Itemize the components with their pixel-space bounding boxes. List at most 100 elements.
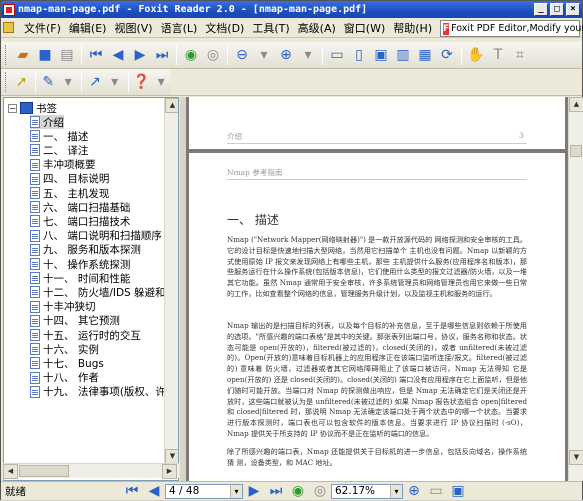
fit-width-icon[interactable]: ▯ [349,45,369,65]
scroll-left-arrow-icon[interactable]: ◀ [3,464,18,479]
ad-banner-button[interactable]: F Foxit PDF Editor,Modify your PDF! [440,20,583,37]
bookmark-page-icon [30,229,40,242]
menu-language[interactable]: 语言(L) [157,20,202,36]
menu-help[interactable]: 帮助(H) [389,20,436,36]
collapse-icon[interactable]: − [8,103,17,113]
bookmark-item[interactable]: 八、 端口说明和扫描顺序 [30,229,162,243]
bookmark-page-icon [30,286,40,299]
title-bar[interactable]: nmap-man-page.pdf - Foxit Reader 2.0 - [… [1,1,582,18]
maximize-button[interactable]: □ [550,3,564,16]
print-icon[interactable]: ▤ [57,45,77,65]
select-pointer-icon[interactable]: ➚ [13,72,31,92]
menu-advanced[interactable]: 高级(A) [294,20,340,36]
toolbar-grip[interactable] [5,45,8,65]
go-forward-icon[interactable]: ◎ [203,45,223,65]
bookmark-item[interactable]: 十五、 运行时的交互 [30,328,141,342]
status-forward-icon[interactable]: ◎ [310,481,330,501]
bookmarks-vertical-scrollbar[interactable]: ▲ ▼ [164,98,178,464]
zoom-in-dropdown-icon[interactable]: ▾ [298,45,318,65]
status-bar: 就绪 ⏮ ◀ 4 / 48 ▾ ▶ ⏭ ◉ ◎ 62.17% ▾ ⊕ ▭ ▣ [1,481,582,500]
status-last-page-icon[interactable]: ⏭ [266,481,286,501]
zoom-level-dropdown-icon[interactable]: ▾ [390,484,402,498]
bookmark-item[interactable]: 二、 译注 [30,143,88,157]
go-back-icon[interactable]: ◉ [181,45,201,65]
doc-scroll-down-icon[interactable]: ▼ [569,450,583,465]
hand-tool-icon[interactable]: ✋ [466,45,486,65]
menu-tools[interactable]: 工具(T) [248,20,293,36]
bookmark-item[interactable]: 十七、 Bugs [30,356,104,370]
toolbar-grip-2[interactable] [5,72,8,92]
bookmark-item[interactable]: 十四、 其它预测 [30,314,120,328]
bookmarks-horizontal-scrollbar[interactable]: ◀ ▶ [3,463,179,479]
bookmark-item[interactable]: 十一、 时间和性能 [30,271,130,285]
minimize-button[interactable]: _ [534,3,548,16]
doc-scroll-thumb[interactable] [570,145,582,157]
menu-view[interactable]: 视图(V) [110,20,156,36]
bookmark-item[interactable]: 十六、 实例 [30,342,99,356]
status-text: 就绪 [5,485,26,498]
document-view: 介绍 3 Nmap 参考指南 一、 描述 Nmap ("Network Mapp… [186,97,568,481]
bookmark-item[interactable]: 一、 描述 [30,129,88,143]
comment-tool-icon[interactable]: ✎ [40,72,58,92]
status-back-icon[interactable]: ◉ [288,481,308,501]
previous-page-icon[interactable]: ◀ [108,45,128,65]
menu-edit[interactable]: 编辑(E) [65,20,111,36]
bookmark-item[interactable]: 九、 服务和版本探测 [30,243,141,257]
bookmark-item-label: 十一、 时间和性能 [43,272,131,285]
continuous-icon[interactable]: ▥ [393,45,413,65]
scroll-thumb[interactable] [19,465,69,477]
page-number-box[interactable]: 4 / 48 ▾ [165,483,243,499]
status-next-page-icon[interactable]: ▶ [244,481,264,501]
bookmark-item[interactable]: 十九、 法律事项(版权、许可证 [30,385,164,399]
bookmark-item[interactable]: 介绍 [30,115,64,129]
menu-document[interactable]: 文档(D) [201,20,248,36]
main-toolbar: ▰ ■ ▤ ⏮ ◀ ▶ ⏭ ◉ ◎ ⊖ ▾ ⊕ ▾ ▭ ▯ ▣ ▥ ▦ ⟳ ✋ … [1,42,582,69]
comment-dropdown-icon[interactable]: ▾ [59,72,77,92]
bookmark-item[interactable]: 十丰冲狭切 [30,300,96,314]
next-page-icon[interactable]: ▶ [130,45,150,65]
scroll-right-arrow-icon[interactable]: ▶ [162,464,177,479]
last-page-icon[interactable]: ⏭ [152,45,172,65]
document-menu-icon[interactable] [1,21,20,34]
zoom-dropdown-icon[interactable]: ▾ [254,45,274,65]
document-vertical-scrollbar[interactable]: ▲ ▼ [568,97,583,481]
status-zoom-in-icon[interactable]: ⊕ [404,481,424,501]
status-first-page-icon[interactable]: ⏮ [122,481,142,501]
bookmark-item[interactable]: 十、 操作系统探测 [30,257,130,271]
rotate-icon[interactable]: ⟳ [437,45,457,65]
bookmark-item[interactable]: 七、 端口扫描技术 [30,214,130,228]
zoom-out-icon[interactable]: ⊖ [232,45,252,65]
close-button[interactable]: × [566,3,580,16]
actual-size-icon[interactable]: ▣ [371,45,391,65]
status-fit-icon[interactable]: ▣ [448,481,468,501]
snapshot-icon[interactable]: ⌗ [510,45,530,65]
status-prev-page-icon[interactable]: ◀ [144,481,164,501]
help-icon[interactable]: ❓ [133,72,151,92]
first-page-icon[interactable]: ⏮ [86,45,106,65]
facing-icon[interactable]: ▦ [415,45,435,65]
page-dropdown-icon[interactable]: ▾ [230,484,242,498]
menu-window[interactable]: 窗口(W) [340,20,389,36]
zoom-in-icon[interactable]: ⊕ [276,45,296,65]
window-title: nmap-man-page.pdf - Foxit Reader 2.0 - [… [18,4,368,15]
bookmark-item[interactable]: 十八、 作者 [30,371,99,385]
help-dropdown-icon[interactable]: ▾ [152,72,170,92]
save-icon[interactable]: ■ [35,45,55,65]
bookmark-item[interactable]: 五、 主机发现 [30,186,109,200]
arrow-tool-icon[interactable]: ↗ [86,72,104,92]
fit-page-icon[interactable]: ▭ [327,45,347,65]
bookmark-item[interactable]: 十二、 防火墙/IDS 躲避和哄骗 [30,285,164,299]
doc-scroll-up-icon[interactable]: ▲ [569,97,583,112]
zoom-level-box[interactable]: 62.17% ▾ [331,483,403,499]
scroll-down-arrow-icon[interactable]: ▼ [165,449,178,464]
text-select-icon[interactable]: T [488,45,508,65]
bookmark-item[interactable]: 四、 目标说明 [30,172,109,186]
menu-file[interactable]: 文件(F) [20,20,65,36]
status-layout-icon[interactable]: ▭ [426,481,446,501]
bookmark-item[interactable]: 六、 端口扫描基础 [30,200,130,214]
bookmark-item[interactable]: 丰冲项概要 [30,158,96,172]
arrow-dropdown-icon[interactable]: ▾ [106,72,124,92]
bookmark-root[interactable]: − 书签 [8,101,57,115]
open-folder-icon[interactable]: ▰ [13,45,33,65]
scroll-up-arrow-icon[interactable]: ▲ [165,98,178,113]
